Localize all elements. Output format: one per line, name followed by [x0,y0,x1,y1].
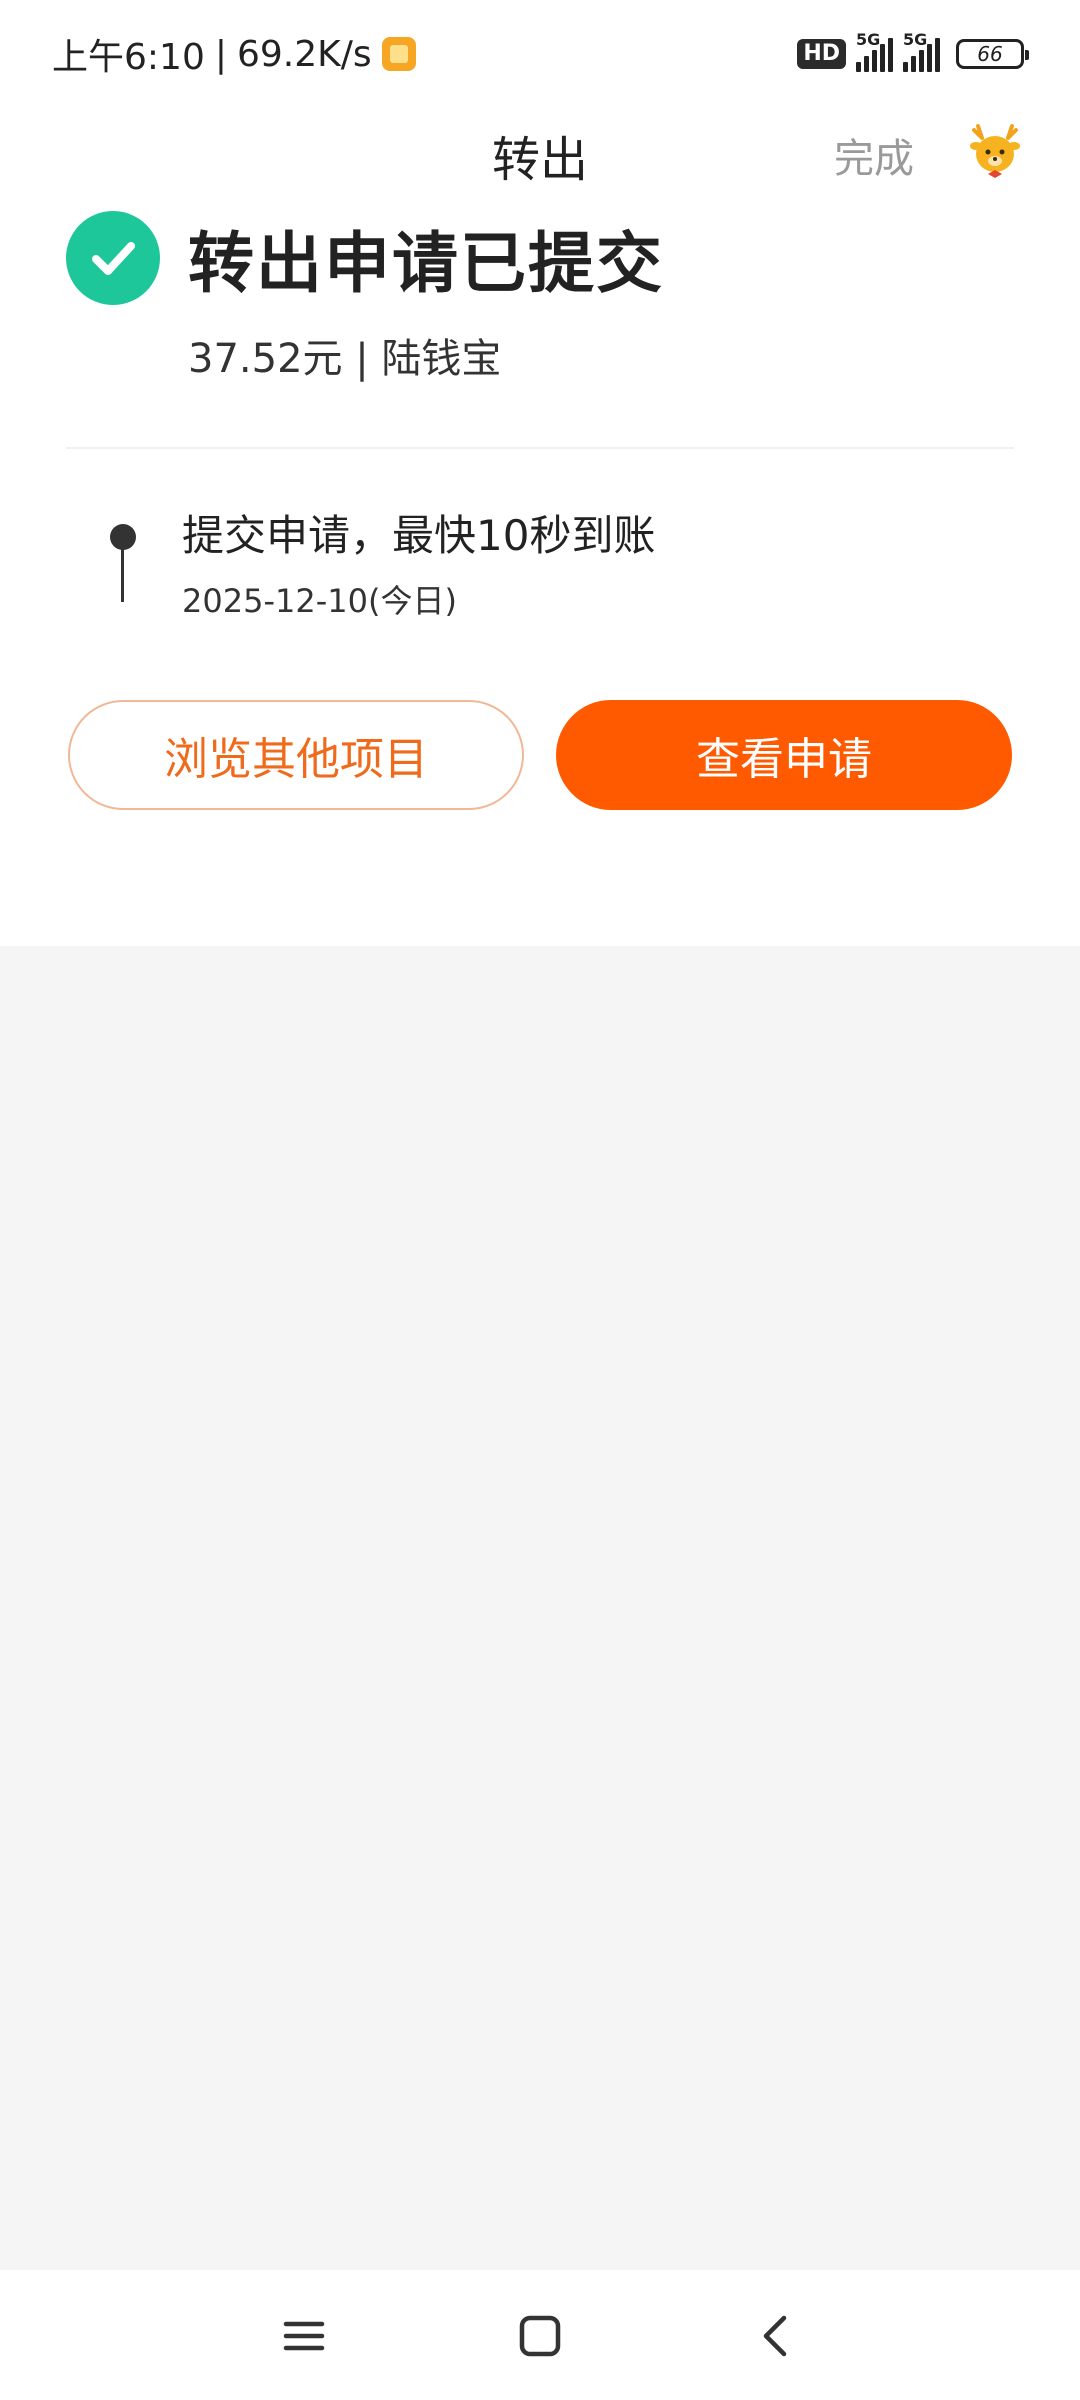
check-circle-icon [66,211,160,305]
status-left: 上午6:10 | 69.2K/s [52,26,416,82]
amount-and-product: 37.52元 | 陆钱宝 [188,336,502,382]
page-title: 转出 [491,132,588,188]
status-separator: | [214,33,227,75]
signal-label: 5G [903,30,928,49]
menu-icon[interactable] [276,2308,332,2364]
deer-mascot-icon[interactable] [964,120,1026,182]
success-header: 转出申请已提交 [66,208,664,308]
page: 上午6:10 | 69.2K/s HD 5G 5G 66 转出 完成 转出申请已… [0,0,1080,2400]
status-right: HD 5G 5G 66 [797,30,1029,78]
system-nav-bar [0,2270,1080,2400]
timeline-line [121,546,124,602]
home-icon[interactable] [512,2308,568,2364]
signal-icon: 5G [856,30,893,72]
done-button[interactable]: 完成 [834,126,914,184]
browse-other-projects-button[interactable]: 浏览其他项目 [68,700,524,810]
nav-header: 转出 完成 [0,108,1080,198]
divider [66,447,1014,449]
success-title: 转出申请已提交 [188,225,664,302]
timeline-step-title: 提交申请，最快10秒到账 [182,511,656,560]
notification-app-icon [381,37,416,71]
hd-badge: HD [797,39,846,69]
back-icon[interactable] [748,2308,804,2364]
result-card: 上午6:10 | 69.2K/s HD 5G 5G 66 转出 完成 转出申请已… [0,0,1080,946]
view-application-button[interactable]: 查看申请 [556,700,1012,810]
signal-label: 5G [856,30,881,49]
status-bar: 上午6:10 | 69.2K/s HD 5G 5G 66 [0,0,1080,108]
signal-icon: 5G [903,30,940,72]
battery-level: 66 [977,42,1003,66]
status-time: 上午6:10 [52,37,205,78]
timeline-step-date: 2025-12-10(今日) [182,582,457,620]
battery-icon: 66 [956,39,1029,69]
network-speed: 69.2K/s [236,33,372,75]
